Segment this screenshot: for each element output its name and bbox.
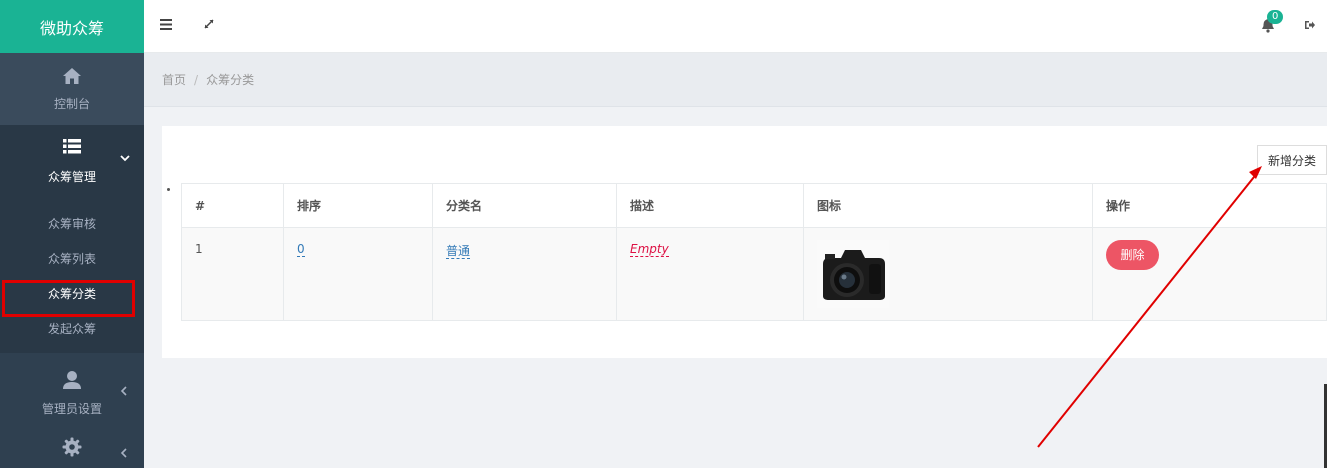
chevron-left-icon <box>120 385 128 399</box>
breadcrumb: 首页 / 众筹分类 <box>144 53 1327 107</box>
bell-icon <box>1261 19 1275 37</box>
sidebar-item-launch[interactable]: 发起众筹 <box>0 312 144 347</box>
brand-logo[interactable]: 微助众筹 <box>0 0 144 53</box>
camera-image <box>817 240 889 308</box>
sidebar-item-list[interactable]: 众筹列表 <box>0 242 144 277</box>
sidebar-item-review[interactable]: 众筹审核 <box>0 207 144 242</box>
breadcrumb-current: 众筹分类 <box>206 73 255 87</box>
home-icon <box>62 67 82 89</box>
sidebar-submenu: 众筹审核 众筹列表 众筹分类 发起众筹 <box>0 197 144 353</box>
column-header-action: 操作 <box>1092 183 1327 228</box>
sidebar-group-label: 众筹管理 <box>47 169 96 184</box>
sidebar-item-category[interactable]: 众筹分类 <box>0 277 144 317</box>
description-editable-link[interactable]: Empty <box>630 242 669 257</box>
fullscreen-icon[interactable] <box>203 18 215 34</box>
list-icon <box>62 138 82 160</box>
column-header-description[interactable]: 描述 <box>616 183 804 228</box>
cell-id: 1 <box>181 227 284 321</box>
bullet-dot <box>167 188 170 191</box>
gear-icon <box>62 437 82 461</box>
sort-editable-link[interactable]: 0 <box>297 242 305 257</box>
breadcrumb-home[interactable]: 首页 <box>162 71 186 88</box>
menu-toggle-icon[interactable] <box>160 18 172 34</box>
category-table: # 排序 分类名 描述 图标 操作 1 0 普通 Empty 删除 <box>181 183 1327 321</box>
delete-button[interactable]: 删除 <box>1106 240 1159 270</box>
cell-icon <box>803 227 1093 321</box>
column-header-sort[interactable]: 排序 <box>283 183 433 228</box>
sidebar-group-crowdfund[interactable]: 众筹管理 <box>0 125 144 197</box>
chevron-left-icon <box>120 447 128 461</box>
table-row: 1 0 普通 Empty 删除 <box>181 227 1327 321</box>
sidebar-item-dashboard[interactable]: 控制台 <box>0 53 144 125</box>
name-editable-link[interactable]: 普通 <box>446 244 471 259</box>
user-icon <box>62 370 82 394</box>
chevron-down-icon <box>120 151 130 165</box>
sidebar-item-label: 管理员设置 <box>41 401 102 416</box>
logout-icon[interactable] <box>1304 20 1315 33</box>
column-header-icon[interactable]: 图标 <box>803 183 1093 228</box>
sidebar-item-label: 控制台 <box>53 96 90 111</box>
sidebar-item-settings[interactable] <box>0 433 144 468</box>
cell-name: 普通 <box>432 227 617 321</box>
content-panel: 新增分类 # 排序 分类名 描述 图标 操作 1 0 普通 Empty 删除 <box>162 126 1327 358</box>
table-header-row: # 排序 分类名 描述 图标 操作 <box>181 183 1327 228</box>
top-navbar: 0 <box>144 0 1327 53</box>
sidebar: 微助众筹 控制台 众筹管理 众筹审核 众筹列表 众筹分类 发起众筹 管理员设置 <box>0 0 144 468</box>
sidebar-item-admin[interactable]: 管理员设置 <box>0 353 144 433</box>
column-header-name[interactable]: 分类名 <box>432 183 617 228</box>
add-category-button[interactable]: 新增分类 <box>1257 145 1327 175</box>
notification-badge: 0 <box>1267 10 1284 24</box>
breadcrumb-separator: / <box>194 72 199 87</box>
cell-action: 删除 <box>1092 227 1327 321</box>
cell-sort: 0 <box>283 227 433 321</box>
column-header-id[interactable]: # <box>181 183 284 228</box>
notification-button[interactable]: 0 <box>1261 10 1284 37</box>
cell-description: Empty <box>616 227 804 321</box>
